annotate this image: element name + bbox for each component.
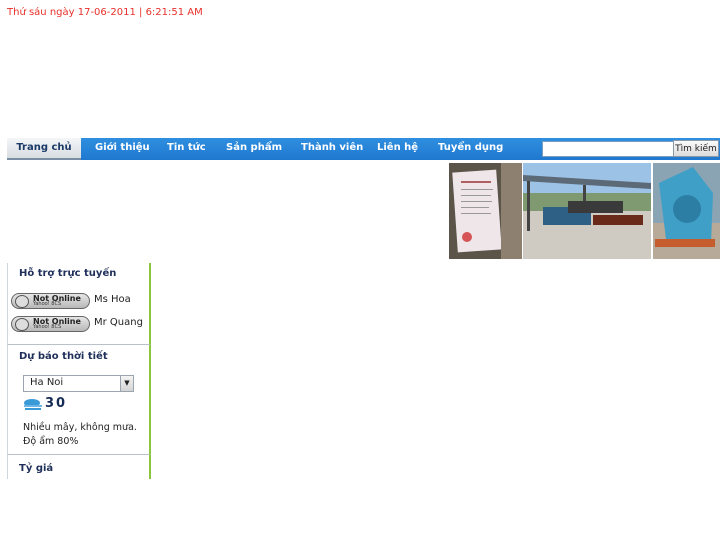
contact-name: Mr Quang	[94, 317, 143, 328]
yahoo-status-badge[interactable]: Not Online Yahoo! 8CS	[11, 316, 90, 332]
nav-recruitment[interactable]: Tuyển dụng	[438, 138, 503, 160]
nav-home[interactable]: Trang chủ	[7, 138, 81, 160]
chevron-down-icon[interactable]: ▼	[120, 376, 133, 391]
search-input[interactable]	[542, 141, 676, 157]
nav-members[interactable]: Thành viên	[301, 138, 363, 160]
search-button[interactable]: Tìm kiếm	[673, 140, 719, 157]
exchange-box: Tỷ giá	[7, 455, 151, 479]
sidebar: Hỗ trợ trực tuyến Not Online Yahoo! 8CS …	[7, 263, 151, 479]
weather-title: Dự báo thời tiết	[19, 351, 108, 362]
yahoo-status-sub: Yahoo! 8CS	[33, 324, 62, 330]
support-title: Hỗ trợ trực tuyến	[19, 268, 117, 279]
exchange-title: Tỷ giá	[19, 463, 54, 474]
yahoo-face-icon	[15, 295, 29, 308]
support-contact[interactable]: Not Online Yahoo! 8CS Mr Quang	[8, 313, 149, 336]
support-box: Hỗ trợ trực tuyến Not Online Yahoo! 8CS …	[7, 263, 151, 345]
yahoo-status-sub: Yahoo! 8CS	[33, 301, 62, 307]
nav-contact[interactable]: Liên hệ	[377, 138, 418, 160]
temperature: 30	[45, 396, 68, 411]
contact-name: Ms Hoa	[94, 294, 131, 305]
nav-news[interactable]: Tin tức	[167, 138, 206, 160]
nav-products[interactable]: Sản phẩm	[226, 138, 282, 160]
main-nav: Trang chủ Giới thiệu Tin tức Sản phẩm Th…	[7, 138, 720, 160]
city-select-value: Ha Noi	[30, 377, 64, 388]
weather-description: Nhiều mây, không mưa. Độ ẩm 80%	[23, 422, 137, 447]
nav-about[interactable]: Giới thiệu	[95, 138, 150, 160]
date-time: Thứ sáu ngày 17-06-2011 | 6:21:51 AM	[7, 7, 203, 18]
weather-info: 30	[8, 395, 149, 419]
weather-box: Dự báo thời tiết Ha Noi ▼ 30 Nhiều mây, …	[7, 345, 151, 455]
yahoo-face-icon	[15, 318, 29, 331]
city-select[interactable]: Ha Noi ▼	[23, 375, 134, 392]
certificate-photo	[449, 163, 522, 259]
support-contact[interactable]: Not Online Yahoo! 8CS Ms Hoa	[8, 290, 149, 313]
cloudy-weather-icon	[23, 397, 43, 412]
machine-photo	[653, 163, 720, 259]
yahoo-status-badge[interactable]: Not Online Yahoo! 8CS	[11, 293, 90, 309]
factory-photo	[523, 163, 651, 259]
